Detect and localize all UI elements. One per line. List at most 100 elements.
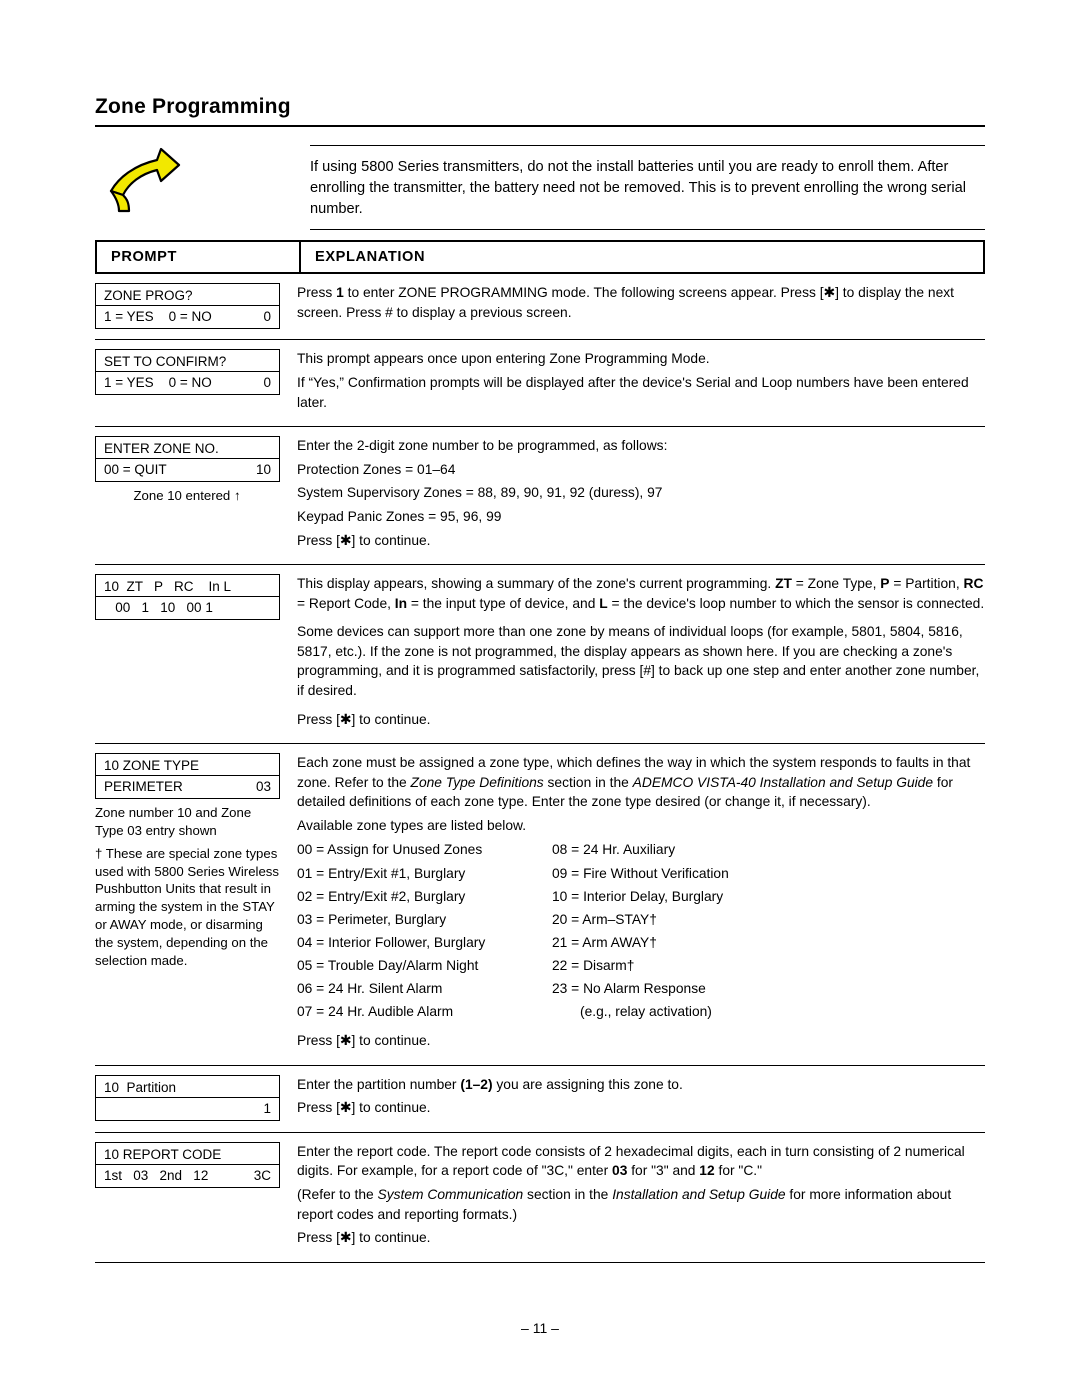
- keypad-line-2: 1 = YES 0 = NO 0: [96, 306, 279, 328]
- table-row: 10 REPORT CODE 1st 03 2nd 12 3C Enter th…: [95, 1133, 985, 1263]
- explanation-paragraph: (Refer to the System Communication secti…: [297, 1186, 952, 1222]
- explanation-paragraph: Press [✱] to continue.: [297, 711, 431, 727]
- keypad-line-2-right: 1: [263, 1100, 271, 1116]
- keypad-line-1: 10 ZT P RC In L: [96, 575, 279, 598]
- explanation-paragraph: Press [✱] to continue.: [297, 1230, 431, 1246]
- zone-type-item: 01 = Entry/Exit #1, Burglary: [297, 865, 466, 881]
- zone-type-item: 20 = Arm–STAY†: [552, 911, 657, 927]
- column-header-prompt: PROMPT: [97, 242, 301, 273]
- keypad-display: SET TO CONFIRM? 1 = YES 0 = NO 0: [95, 349, 280, 396]
- prompt-annotation: Zone 10 entered ↑: [95, 487, 279, 505]
- explanation-paragraph: Some devices can support more than one z…: [297, 624, 980, 698]
- zone-type-item: 21 = Arm AWAY†: [552, 934, 657, 950]
- explanation-paragraph: If “Yes,” Confirmation prompts will be d…: [297, 375, 969, 410]
- zone-type-column-left: 00 = Assign for Unused Zones 01 = Entry/…: [297, 840, 552, 1025]
- keypad-line-2: 1st 03 2nd 12 3C: [96, 1165, 279, 1187]
- keypad-line-2-right: [271, 600, 273, 615]
- hand-pointing-icon: [105, 147, 195, 217]
- keypad-display: 10 REPORT CODE 1st 03 2nd 12 3C: [95, 1141, 280, 1188]
- page-title: Zone Programming: [95, 95, 291, 118]
- keypad-line-2: 00 = QUIT 10: [96, 459, 279, 481]
- zone-type-item: 09 = Fire Without Verification: [552, 865, 729, 881]
- title-rule: [95, 125, 985, 127]
- explanation-paragraph: Available zone types are listed below.: [297, 817, 527, 833]
- note-body: If using 5800 Series transmitters, do no…: [310, 145, 985, 231]
- explanation-paragraph: Press [✱] to continue.: [297, 1100, 431, 1116]
- keypad-line-2-right: 3C: [253, 1167, 271, 1183]
- keypad-line-2-left: 1 = YES 0 = NO: [104, 375, 212, 391]
- prompt-annotation-text: Zone 10 entered: [133, 488, 231, 504]
- zone-type-item: 05 = Trouble Day/Alarm Night: [297, 957, 479, 973]
- explanation-cell: This prompt appears once upon entering Z…: [285, 349, 985, 416]
- keypad-line-1: ENTER ZONE NO.: [96, 437, 279, 460]
- prompt-cell: ENTER ZONE NO. 00 = QUIT 10 Zone 10 ente…: [95, 436, 285, 554]
- keypad-line-2: 1: [96, 1098, 279, 1120]
- explanation-paragraph: Each zone must be assigned a zone type, …: [297, 755, 971, 810]
- keypad-line-1: 10 REPORT CODE: [96, 1143, 279, 1165]
- keypad-line-1: ZONE PROG?: [96, 284, 279, 307]
- prompt-annotation: Zone number 10 and Zone Type 03 entry sh…: [95, 805, 252, 838]
- prompt-cell: 10 REPORT CODE 1st 03 2nd 12 3C: [95, 1141, 285, 1252]
- keypad-line-2-right: 10: [255, 462, 271, 478]
- explanation-cell: Press 1 to enter ZONE PROGRAMMING mode. …: [285, 283, 985, 329]
- document-page: Zone Programming If using 5800 Series tr…: [0, 0, 1080, 1397]
- keypad-line-2-right: 0: [263, 309, 271, 325]
- prompt-cell: ZONE PROG? 1 = YES 0 = NO 0: [95, 283, 285, 330]
- zone-type-item: 23 = No Alarm Response: [552, 980, 706, 996]
- explanation-paragraph: Protection Zones = 01–64: [297, 461, 456, 477]
- explanation-paragraph: System Supervisory Zones = 88, 89, 90, 9…: [297, 485, 663, 501]
- keypad-display: 10 ZONE TYPE PERIMETER 03: [95, 753, 280, 800]
- explanation-paragraph: Press 1 to enter ZONE PROGRAMMING mode. …: [297, 285, 954, 321]
- zone-type-item: 10 = Interior Delay, Burglary: [552, 888, 724, 904]
- table-row: SET TO CONFIRM? 1 = YES 0 = NO 0 This pr…: [95, 340, 985, 428]
- keypad-line-2: 00 1 10 00 1: [96, 597, 279, 619]
- note-text: If using 5800 Series transmitters, do no…: [310, 159, 966, 218]
- zone-type-item: 06 = 24 Hr. Silent Alarm: [297, 980, 443, 996]
- zone-type-list: 00 = Assign for Unused Zones 01 = Entry/…: [297, 840, 985, 1025]
- zone-type-item: 02 = Entry/Exit #2, Burglary: [297, 888, 466, 904]
- table-row: 10 ZT P RC In L 00 1 10 00 1 This displa…: [95, 565, 985, 745]
- zone-type-item: 08 = 24 Hr. Auxiliary: [552, 842, 676, 858]
- prompt-footnote: † These are special zone types used with…: [95, 845, 279, 968]
- prompt-cell: 10 ZT P RC In L 00 1 10 00 1: [95, 574, 285, 733]
- keypad-line-2-left: PERIMETER: [104, 779, 183, 795]
- zone-type-item: 00 = Assign for Unused Zones: [297, 842, 483, 858]
- keypad-line-2-right: 03: [255, 779, 271, 795]
- zone-type-item: 04 = Interior Follower, Burglary: [297, 934, 486, 950]
- prompt-cell: SET TO CONFIRM? 1 = YES 0 = NO 0: [95, 349, 285, 416]
- zone-type-column-right: 08 = 24 Hr. Auxiliary 09 = Fire Without …: [552, 840, 729, 1025]
- keypad-display: ZONE PROG? 1 = YES 0 = NO 0: [95, 283, 280, 330]
- keypad-line-1: 10 Partition: [96, 1076, 279, 1098]
- explanation-paragraph: Press [✱] to continue.: [297, 1033, 431, 1049]
- explanation-cell: Enter the report code. The report code c…: [285, 1142, 985, 1252]
- zone-type-item: 07 = 24 Hr. Audible Alarm: [297, 1004, 454, 1019]
- page-footer: – 11 –: [521, 1320, 559, 1336]
- table-row: 10 ZONE TYPE PERIMETER 03 Zone number 10…: [95, 744, 985, 1066]
- page-content: Zone Programming If using 5800 Series tr…: [95, 95, 985, 1263]
- zone-type-item: 03 = Perimeter, Burglary: [297, 911, 447, 927]
- keypad-display: 10 ZT P RC In L 00 1 10 00 1: [95, 574, 280, 621]
- table-row: 10 Partition 1 Enter the partition numbe…: [95, 1066, 985, 1133]
- keypad-line-2-right: 0: [263, 375, 271, 391]
- zone-type-item: (e.g., relay activation): [580, 1004, 712, 1019]
- table-row: ZONE PROG? 1 = YES 0 = NO 0 Press 1 to e…: [95, 274, 985, 341]
- table-header: PROMPT EXPLANATION: [95, 240, 985, 275]
- keypad-line-2: PERIMETER 03: [96, 776, 279, 798]
- prompt-cell: 10 ZONE TYPE PERIMETER 03 Zone number 10…: [95, 753, 285, 1055]
- keypad-line-2-left: 1 = YES 0 = NO: [104, 309, 212, 325]
- explanation-paragraph: This prompt appears once upon entering Z…: [297, 351, 710, 367]
- explanation-cell: This display appears, showing a summary …: [285, 574, 985, 733]
- explanation-paragraph: Enter the 2-digit zone number to be prog…: [297, 438, 668, 454]
- keypad-line-1: 10 ZONE TYPE: [96, 754, 279, 777]
- keypad-display: ENTER ZONE NO. 00 = QUIT 10: [95, 436, 280, 483]
- explanation-cell: Enter the partition number (1–2) you are…: [285, 1075, 985, 1122]
- explanation-cell: Each zone must be assigned a zone type, …: [285, 753, 985, 1055]
- explanation-paragraph: Press [✱] to continue.: [297, 532, 431, 548]
- keypad-line-2: 1 = YES 0 = NO 0: [96, 372, 279, 394]
- explanation-paragraph: This display appears, showing a summary …: [297, 576, 985, 611]
- explanation-paragraph: Enter the report code. The report code c…: [297, 1143, 965, 1179]
- keypad-line-1: SET TO CONFIRM?: [96, 350, 279, 373]
- keypad-line-2-left: 1st 03 2nd 12: [104, 1167, 209, 1183]
- prompt-cell: 10 Partition 1: [95, 1074, 285, 1122]
- explanation-cell: Enter the 2-digit zone number to be prog…: [285, 436, 985, 554]
